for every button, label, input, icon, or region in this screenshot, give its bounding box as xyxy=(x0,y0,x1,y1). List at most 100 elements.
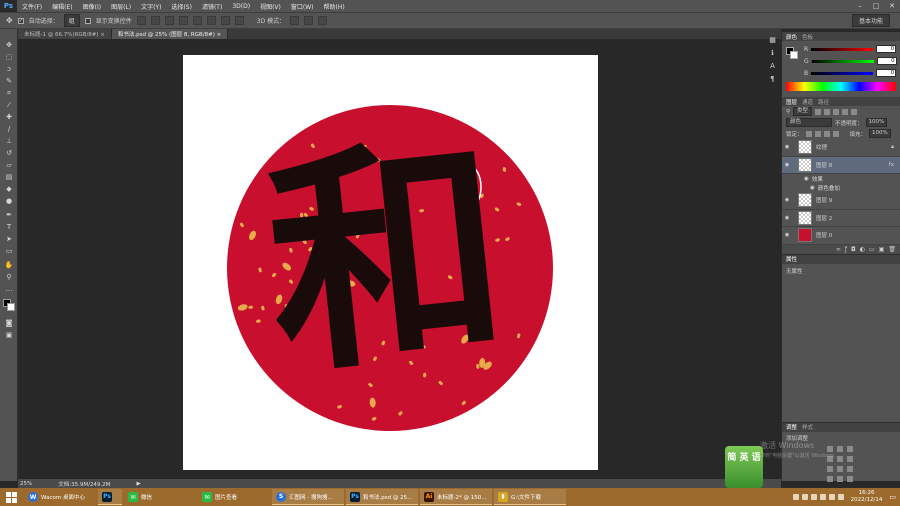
add-mask-icon[interactable]: ◘ xyxy=(851,246,856,253)
move-tool-icon[interactable]: ✥ xyxy=(6,16,13,25)
tab-channels[interactable]: 通道 xyxy=(802,98,813,106)
background-color-swatch[interactable] xyxy=(7,303,15,311)
filter-shape-icon[interactable] xyxy=(842,108,849,115)
tab-untitled-1[interactable]: 未标题-1 @ 66.7%(RGB/8#) × xyxy=(18,29,112,39)
red-slider[interactable]: R 0 xyxy=(782,43,900,55)
eye-icon[interactable]: ◉ xyxy=(782,144,792,150)
layer-name[interactable]: 图层 9 xyxy=(816,196,832,204)
green-track[interactable] xyxy=(811,59,874,63)
tab-calligraphy-psd[interactable]: 和书法.psd @ 25% (图层 8, RGB/8#) × xyxy=(111,29,229,39)
lock-transparent-icon[interactable] xyxy=(805,130,812,137)
align-bottom-button[interactable] xyxy=(164,16,174,25)
filter-adjust-icon[interactable] xyxy=(824,108,831,115)
filter-pixel-icon[interactable] xyxy=(815,108,822,115)
blue-track[interactable] xyxy=(811,71,874,75)
tab-properties[interactable]: 属性 xyxy=(786,255,797,263)
canvas-area[interactable]: 吉 祥 和 xyxy=(18,39,781,479)
path-select-tool-icon[interactable]: ➤ xyxy=(4,235,14,244)
minimize-button[interactable]: – xyxy=(852,0,868,12)
layer-name[interactable]: 图层 0 xyxy=(816,231,832,239)
close-button[interactable]: ✕ xyxy=(884,0,900,12)
color-spectrum[interactable] xyxy=(786,82,896,91)
history-brush-tool-icon[interactable]: ↺ xyxy=(4,149,14,158)
adjustment-layer-icon[interactable]: ◐ xyxy=(860,246,865,253)
layer-filter-dropdown[interactable]: 类型 xyxy=(793,107,813,116)
trash-icon[interactable]: 🗑︎ xyxy=(888,246,896,253)
layer-row[interactable]: ◉ 图层 9 xyxy=(782,192,900,210)
history-panel-icon[interactable]: ▦ xyxy=(768,36,777,45)
eye-icon[interactable]: ◉ xyxy=(810,185,815,191)
tray-app-icon[interactable] xyxy=(801,494,808,500)
zoom-level[interactable]: 25% xyxy=(20,481,32,487)
black-white-icon[interactable] xyxy=(837,465,843,472)
wechat-tray-icon[interactable] xyxy=(810,494,817,500)
document-canvas[interactable]: 吉 祥 和 xyxy=(183,55,598,470)
eye-icon[interactable]: ◉ xyxy=(782,232,792,238)
taskbar-item-wacom[interactable]: W Wacom 桌面中心 xyxy=(24,489,96,505)
taskbar-item-illustrator[interactable]: Ai 未标题-2* @ 150... xyxy=(420,489,492,505)
menu-3d[interactable]: 3D(D) xyxy=(227,3,255,10)
menu-filter[interactable]: 滤镜(T) xyxy=(197,2,227,11)
menu-help[interactable]: 帮助(H) xyxy=(319,2,350,11)
new-layer-icon[interactable]: ▣ xyxy=(879,246,885,253)
taskbar-item-explorer[interactable]: ▮ G:\文件下载 xyxy=(494,489,566,505)
clone-stamp-tool-icon[interactable]: ⊥ xyxy=(4,137,14,146)
network-icon[interactable] xyxy=(819,494,826,500)
distribute-button[interactable] xyxy=(220,16,230,25)
hand-tool-icon[interactable]: ✋ xyxy=(4,261,14,270)
gradient-tool-icon[interactable]: ▤ xyxy=(4,173,14,182)
3d-pan-button[interactable] xyxy=(318,16,328,25)
layer-name[interactable]: 图层 8 xyxy=(816,161,832,169)
menu-image[interactable]: 图像(I) xyxy=(78,2,106,11)
tab-styles[interactable]: 样式 xyxy=(802,423,813,431)
blue-value[interactable]: 0 xyxy=(876,69,897,77)
brush-tool-icon[interactable]: / xyxy=(4,125,14,134)
type-tool-icon[interactable]: T xyxy=(4,223,14,232)
tab-paths[interactable]: 路径 xyxy=(818,98,829,106)
photo-filter-icon[interactable] xyxy=(847,465,853,472)
taskbar-item-ps-document[interactable]: Ps 和书法.psd @ 25... xyxy=(346,489,418,505)
spot-heal-tool-icon[interactable]: ✚ xyxy=(4,113,14,122)
start-button[interactable] xyxy=(0,488,22,506)
notification-icon[interactable]: ▭ xyxy=(889,493,896,501)
menu-view[interactable]: 视图(V) xyxy=(255,2,286,11)
move-tool-icon[interactable]: ✥ xyxy=(4,41,14,50)
lock-position-icon[interactable] xyxy=(823,130,830,137)
new-group-icon[interactable]: ▭ xyxy=(869,246,875,253)
menu-window[interactable]: 窗口(W) xyxy=(286,2,319,11)
workspace-dropdown[interactable]: 基本功能 xyxy=(851,14,890,27)
info-panel-icon[interactable]: ℹ xyxy=(768,49,777,58)
green-value[interactable]: 0 xyxy=(876,57,897,65)
document-size[interactable]: 文档:35.9M/249.2M xyxy=(58,480,110,488)
status-arrow-icon[interactable]: ▶ xyxy=(136,481,140,487)
layer-row[interactable]: ◉ 纹理 🔒︎ xyxy=(782,139,900,157)
align-top-button[interactable] xyxy=(136,16,146,25)
tab-swatches[interactable]: 色板 xyxy=(802,33,813,41)
zoom-tool-icon[interactable]: ⚲ xyxy=(4,273,14,282)
effects-row[interactable]: ◉ 效果 xyxy=(782,174,900,183)
eye-icon[interactable]: ◉ xyxy=(782,197,792,203)
taskbar-item-photoshop[interactable]: Ps xyxy=(98,489,122,505)
menu-edit[interactable]: 编辑(E) xyxy=(47,2,77,11)
menu-file[interactable]: 文件(F) xyxy=(17,2,47,11)
marquee-tool-icon[interactable]: ⬚ xyxy=(4,53,14,62)
tab-color[interactable]: 颜色 xyxy=(786,33,797,41)
paragraph-panel-icon[interactable]: ¶ xyxy=(768,75,777,84)
menu-layer[interactable]: 图层(L) xyxy=(106,2,136,11)
align-left-button[interactable] xyxy=(178,16,188,25)
clock[interactable]: 16:26 2022/12/14 xyxy=(847,490,887,504)
tab-layers[interactable]: 图层 xyxy=(786,98,797,106)
menu-select[interactable]: 选择(S) xyxy=(166,2,197,11)
taskbar-item-wechat[interactable]: ✉ 微信 xyxy=(124,489,196,505)
align-vcenter-button[interactable] xyxy=(150,16,160,25)
lock-image-icon[interactable] xyxy=(814,130,821,137)
eye-icon[interactable]: ◉ xyxy=(782,162,792,168)
eyedropper-tool-icon[interactable]: ⁄ xyxy=(4,101,14,110)
pen-tool-icon[interactable]: ✒ xyxy=(4,211,14,220)
shape-tool-icon[interactable]: ▭ xyxy=(4,247,14,256)
channel-mixer-icon[interactable] xyxy=(827,475,833,482)
character-panel-icon[interactable]: A xyxy=(768,62,777,71)
blend-mode-dropdown[interactable]: 颜色 xyxy=(786,118,832,127)
taskbar-item-image-viewer[interactable]: ✉ 图片查看 xyxy=(198,489,270,505)
screen-mode-icon[interactable]: ▣ xyxy=(4,331,14,340)
